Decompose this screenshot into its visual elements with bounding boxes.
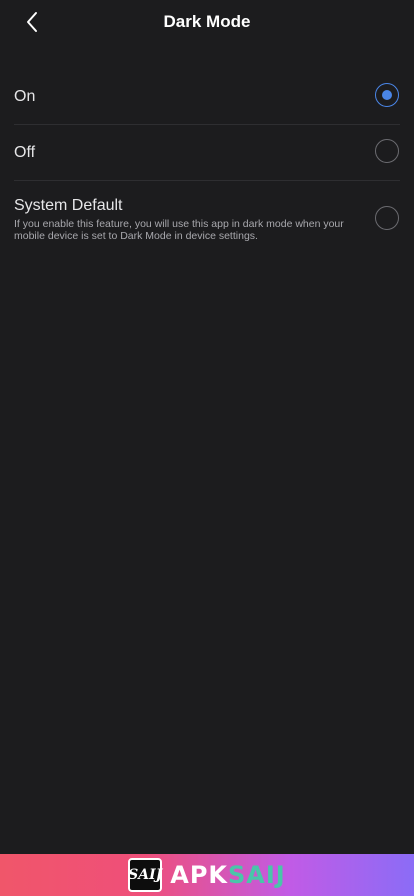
- brand-logo-icon: SAIJ: [128, 858, 162, 892]
- option-system-default[interactable]: System Default If you enable this featur…: [14, 181, 400, 261]
- brand-name-part2: SAIJ: [228, 861, 286, 889]
- brand-banner: SAIJ APKSAIJ: [0, 854, 414, 896]
- option-system-default-description: If you enable this feature, you will use…: [14, 218, 344, 242]
- option-system-default-label: System Default: [14, 197, 123, 214]
- option-off-label: Off: [14, 144, 36, 161]
- radio-off[interactable]: [375, 139, 399, 163]
- top-bar: Dark Mode: [0, 0, 414, 46]
- option-on[interactable]: On: [14, 69, 400, 125]
- brand-name-part1: APK: [170, 861, 229, 889]
- option-off[interactable]: Off: [14, 125, 400, 181]
- radio-on[interactable]: [375, 83, 399, 107]
- radio-system-default[interactable]: [375, 206, 399, 230]
- option-on-label: On: [14, 88, 36, 105]
- dark-mode-options: On Off System Default If you enable this…: [0, 69, 414, 261]
- brand-name: APKSAIJ: [170, 861, 285, 889]
- page-title: Dark Mode: [163, 12, 251, 31]
